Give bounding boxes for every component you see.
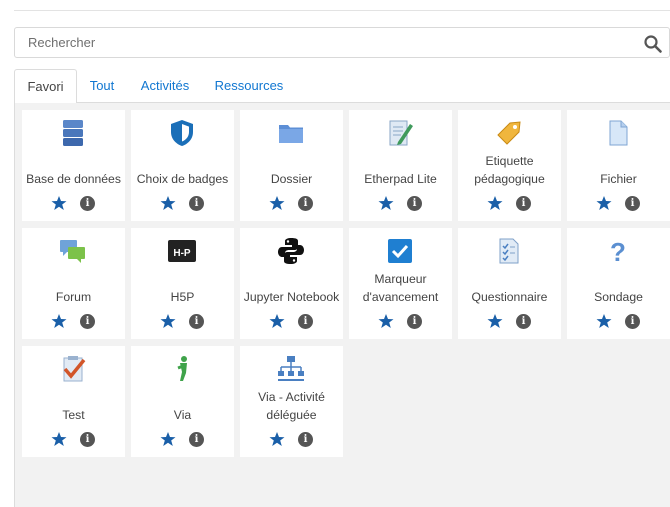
module-label: Etiquette pédagogique bbox=[474, 154, 545, 186]
question-mark-icon: ? bbox=[603, 236, 633, 266]
module-label: Via bbox=[173, 408, 192, 422]
module-card[interactable]: Etherpad Lite i bbox=[349, 110, 452, 221]
star-icon[interactable] bbox=[51, 313, 67, 329]
module-card[interactable]: Questionnaire i bbox=[458, 228, 561, 339]
star-icon[interactable] bbox=[596, 313, 612, 329]
module-label: Choix de badges bbox=[136, 172, 229, 186]
module-card[interactable]: Choix de badges i bbox=[131, 110, 234, 221]
module-card[interactable]: Dossier i bbox=[240, 110, 343, 221]
star-icon[interactable] bbox=[160, 431, 176, 447]
module-label: Questionnaire bbox=[471, 290, 548, 304]
module-label: Forum bbox=[55, 290, 92, 304]
python-logo-icon bbox=[276, 236, 306, 266]
svg-text:?: ? bbox=[610, 237, 626, 266]
module-card[interactable]: Base de données i bbox=[22, 110, 125, 221]
file-icon bbox=[603, 118, 633, 148]
star-icon[interactable] bbox=[269, 313, 285, 329]
checklist-icon bbox=[494, 236, 524, 266]
info-icon[interactable]: i bbox=[516, 196, 531, 211]
info-icon[interactable]: i bbox=[298, 314, 313, 329]
star-icon[interactable] bbox=[269, 195, 285, 211]
info-icon[interactable]: i bbox=[189, 314, 204, 329]
module-label: Marqueur d'avancement bbox=[362, 272, 439, 304]
module-label: Jupyter Notebook bbox=[243, 290, 340, 304]
star-icon[interactable] bbox=[51, 195, 67, 211]
module-label: Dossier bbox=[270, 172, 313, 186]
module-card[interactable]: Forum i bbox=[22, 228, 125, 339]
database-icon bbox=[58, 118, 88, 148]
star-icon[interactable] bbox=[51, 431, 67, 447]
module-label: Via - Activité déléguée bbox=[258, 390, 325, 422]
tag-icon bbox=[494, 118, 524, 148]
tab-favori[interactable]: Favori bbox=[14, 69, 77, 104]
org-chart-icon bbox=[276, 354, 306, 384]
star-icon[interactable] bbox=[487, 195, 503, 211]
star-icon[interactable] bbox=[160, 195, 176, 211]
module-label: Fichier bbox=[600, 172, 637, 186]
info-icon[interactable]: i bbox=[189, 432, 204, 447]
module-label: Test bbox=[62, 408, 85, 422]
module-card[interactable]: Test i bbox=[22, 346, 125, 457]
h5p-logo-icon: H-P bbox=[167, 236, 197, 266]
checkbox-icon bbox=[385, 236, 415, 266]
notepad-pencil-icon bbox=[385, 118, 415, 148]
module-card[interactable]: Via - Activité déléguée i bbox=[240, 346, 343, 457]
tab-activites[interactable]: Activités bbox=[134, 69, 196, 103]
chat-bubbles-icon bbox=[58, 236, 88, 266]
tab-bar: Favori Tout Activités Ressources bbox=[14, 69, 670, 104]
search-box bbox=[14, 27, 670, 58]
info-icon[interactable]: i bbox=[407, 314, 422, 329]
info-icon[interactable]: i bbox=[516, 314, 531, 329]
info-icon[interactable]: i bbox=[298, 432, 313, 447]
tab-ressources[interactable]: Ressources bbox=[210, 69, 288, 103]
info-icon[interactable]: i bbox=[80, 314, 95, 329]
module-grid: Base de données i Choix de badges i Dossier i… bbox=[14, 103, 670, 507]
tab-tout[interactable]: Tout bbox=[82, 69, 122, 103]
module-card[interactable]: Jupyter Notebook i bbox=[240, 228, 343, 339]
info-icon[interactable]: i bbox=[80, 432, 95, 447]
search-icon[interactable] bbox=[643, 34, 663, 54]
info-icon[interactable]: i bbox=[625, 314, 640, 329]
module-card[interactable]: Via i bbox=[131, 346, 234, 457]
module-card[interactable]: Fichier i bbox=[567, 110, 670, 221]
module-label: Etherpad Lite bbox=[364, 172, 437, 186]
module-card[interactable]: ? Sondage i bbox=[567, 228, 670, 339]
svg-text:H-P: H-P bbox=[173, 248, 191, 259]
star-icon[interactable] bbox=[596, 195, 612, 211]
module-card[interactable]: Etiquette pédagogique i bbox=[458, 110, 561, 221]
top-divider bbox=[14, 10, 670, 11]
shield-icon bbox=[167, 118, 197, 148]
check-paper-icon bbox=[58, 354, 88, 384]
info-icon[interactable]: i bbox=[189, 196, 204, 211]
info-icon[interactable]: i bbox=[407, 196, 422, 211]
module-label: H5P bbox=[170, 290, 195, 304]
star-icon[interactable] bbox=[487, 313, 503, 329]
module-card[interactable]: H-P H5P i bbox=[131, 228, 234, 339]
star-icon[interactable] bbox=[269, 431, 285, 447]
folder-icon bbox=[276, 118, 306, 148]
star-icon[interactable] bbox=[378, 195, 394, 211]
via-figure-icon bbox=[167, 354, 197, 384]
star-icon[interactable] bbox=[160, 313, 176, 329]
module-label: Sondage bbox=[594, 290, 643, 304]
info-icon[interactable]: i bbox=[298, 196, 313, 211]
info-icon[interactable]: i bbox=[625, 196, 640, 211]
star-icon[interactable] bbox=[378, 313, 394, 329]
search-input[interactable] bbox=[15, 28, 635, 57]
module-card[interactable]: Marqueur d'avancement i bbox=[349, 228, 452, 339]
module-label: Base de données bbox=[26, 172, 121, 186]
info-icon[interactable]: i bbox=[80, 196, 95, 211]
